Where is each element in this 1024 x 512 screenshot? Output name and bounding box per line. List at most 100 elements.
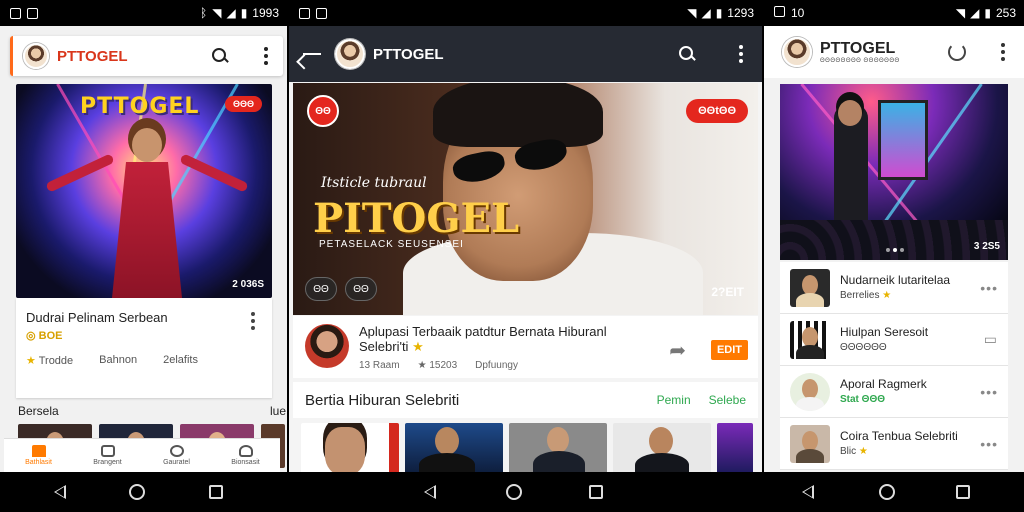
list-item[interactable]: Hiulpan Seresoit ΘΘΘΘΘΘ ▭ bbox=[780, 314, 1008, 366]
view-count: 3 2S5 bbox=[973, 241, 1000, 252]
list-item-sub: Stat ΘΘΘ bbox=[840, 393, 886, 405]
status-text: 10 bbox=[791, 6, 805, 20]
more-options-icon[interactable] bbox=[259, 47, 273, 65]
wifi-icon: ◥ bbox=[955, 6, 966, 20]
thumbnail-row bbox=[301, 423, 753, 472]
article-card[interactable]: Aplupasi Terbaaik patdtur Bernata Hibura… bbox=[293, 316, 758, 378]
avatar[interactable] bbox=[23, 43, 49, 69]
image-icon bbox=[316, 7, 327, 19]
signal-icon: ◢ bbox=[970, 6, 980, 20]
crowd bbox=[780, 220, 1008, 260]
list-item-title: Nudarneik lutaritelaa bbox=[840, 272, 951, 287]
section-see-all[interactable]: lue bbox=[270, 404, 286, 418]
stage-screen bbox=[878, 100, 928, 180]
thumbnail[interactable] bbox=[301, 423, 399, 472]
battery-icon: ▮ bbox=[715, 6, 723, 20]
app-title: PTTOGEL bbox=[820, 40, 896, 57]
tab-explore[interactable]: Brangent bbox=[73, 439, 142, 472]
more-icon[interactable]: ••• bbox=[980, 384, 998, 400]
section-link[interactable]: Pemin bbox=[657, 393, 691, 407]
app-title: PTTOGEL bbox=[57, 47, 128, 65]
coin-icon: ◎ bbox=[26, 330, 39, 342]
list-item[interactable]: Nudarneik lutaritelaa Berrelies ★ ••• bbox=[780, 262, 1008, 314]
user-icon bbox=[238, 445, 253, 457]
tab-account[interactable]: Bionsasit bbox=[211, 439, 280, 472]
tab-home[interactable]: Bathlasit bbox=[4, 439, 73, 472]
refresh-icon[interactable] bbox=[948, 43, 966, 61]
star-icon: ★ bbox=[858, 445, 868, 457]
channel-badge[interactable]: ΘΘ bbox=[307, 95, 339, 127]
banner-subtitle: PETASELACK SEUSENSEI bbox=[319, 239, 464, 250]
list-item[interactable]: Aporal Ragmerk Stat ΘΘΘ ••• bbox=[780, 366, 1008, 418]
search-icon[interactable] bbox=[678, 45, 696, 63]
app-subtitle: ΘΘΘΘΘΘΘΘ ΘΘΘΘΘΘΘ bbox=[820, 58, 900, 64]
star-icon: ★ bbox=[26, 355, 39, 367]
share-icon[interactable]: ➦ bbox=[669, 338, 686, 363]
home-icon[interactable] bbox=[879, 484, 895, 500]
notification-icon bbox=[299, 7, 310, 19]
signal-icon: ◢ bbox=[701, 6, 711, 20]
avatar[interactable] bbox=[335, 39, 365, 69]
article-title: Aplupasi Terbaaik patdtur Bernata Hibura… bbox=[359, 324, 607, 354]
meta-item: 13 Raam bbox=[359, 360, 400, 371]
thumbnail[interactable] bbox=[405, 423, 503, 472]
thumbnail[interactable] bbox=[509, 423, 607, 472]
article-list: Nudarneik lutaritelaa Berrelies ★ ••• Hiu… bbox=[780, 262, 1008, 470]
app-bar: PTTOGEL bbox=[10, 36, 283, 76]
star-icon: ★ bbox=[882, 289, 892, 301]
card-more-icon[interactable] bbox=[246, 312, 260, 330]
featured-card[interactable]: Dudrai Pelinam Serbean ◎ BOE ★ Trodde Ba… bbox=[16, 298, 272, 398]
featured-banner[interactable]: 3 2S5 bbox=[780, 84, 1008, 260]
battery-icon: ▮ bbox=[984, 6, 991, 20]
recents-icon[interactable] bbox=[209, 485, 223, 499]
meta-item: Dpfuungy bbox=[475, 360, 518, 371]
banner-title: PTTOGEL bbox=[80, 94, 200, 119]
home-icon[interactable] bbox=[129, 484, 145, 500]
list-item[interactable]: Coira Tenbua Selebriti Blic ★ ••• bbox=[780, 418, 1008, 470]
avatar[interactable] bbox=[782, 37, 812, 67]
banner-title: PITOGEL bbox=[313, 195, 520, 242]
status-bar: ◥ ◢ ▮ 1293 bbox=[289, 0, 762, 26]
section-header: Bersela lue bbox=[18, 404, 286, 418]
more-options-icon[interactable] bbox=[734, 45, 748, 63]
section-link[interactable]: Selebe bbox=[709, 393, 746, 407]
meta-item: 2elafits bbox=[163, 354, 198, 366]
recents-icon[interactable] bbox=[589, 485, 603, 499]
more-icon[interactable]: ••• bbox=[980, 280, 998, 296]
more-icon[interactable]: ••• bbox=[980, 436, 998, 452]
control-pill[interactable]: ΘΘ bbox=[305, 277, 337, 301]
grid-icon bbox=[100, 445, 115, 457]
live-badge: ΘΘtΘΘ bbox=[686, 99, 748, 123]
more-options-icon[interactable] bbox=[996, 43, 1010, 61]
back-arrow-icon[interactable] bbox=[303, 53, 321, 55]
more-icon[interactable]: ▭ bbox=[984, 331, 998, 348]
carousel-dots[interactable] bbox=[886, 248, 904, 252]
featured-banner[interactable]: PTTOGEL ΘΘΘ 2 036S bbox=[16, 84, 272, 298]
bluetooth-icon: ᛒ bbox=[200, 6, 208, 20]
home-icon[interactable] bbox=[506, 484, 522, 500]
control-pill[interactable]: ΘΘ bbox=[345, 277, 377, 301]
image-icon bbox=[27, 7, 38, 19]
thumbnail bbox=[790, 320, 830, 359]
clock: 253 bbox=[995, 6, 1016, 20]
app-title: PTTOGEL bbox=[373, 45, 444, 63]
status-bar: ᛒ ◥ ◢ ▮ 1993 bbox=[0, 0, 287, 26]
author-avatar[interactable] bbox=[305, 324, 349, 368]
featured-banner[interactable]: ΘΘ ΘΘtΘΘ Itsticle tubraul PITOGEL PETASE… bbox=[293, 83, 758, 315]
section-header: Bertia Hiburan Selebriti Pemin Selebe bbox=[293, 382, 758, 418]
list-item-sub: ΘΘΘΘΘΘ bbox=[840, 341, 887, 353]
battery-icon: ▮ bbox=[240, 6, 248, 20]
meta-item: Bahnon bbox=[99, 354, 138, 366]
live-badge: ΘΘΘ bbox=[224, 96, 262, 112]
star-icon: ★ bbox=[412, 339, 424, 354]
thumbnail[interactable] bbox=[717, 423, 753, 472]
notification-icon bbox=[10, 7, 21, 19]
section-title: Bersela bbox=[18, 404, 59, 418]
meta-item: ★ Trodde bbox=[26, 355, 74, 367]
clock: 1293 bbox=[727, 6, 754, 20]
thumbnail[interactable] bbox=[613, 423, 711, 472]
recents-icon[interactable] bbox=[956, 485, 970, 499]
search-icon[interactable] bbox=[211, 47, 229, 65]
tab-profile[interactable]: Gauratel bbox=[142, 439, 211, 472]
edit-button[interactable]: EDIT bbox=[710, 340, 748, 360]
